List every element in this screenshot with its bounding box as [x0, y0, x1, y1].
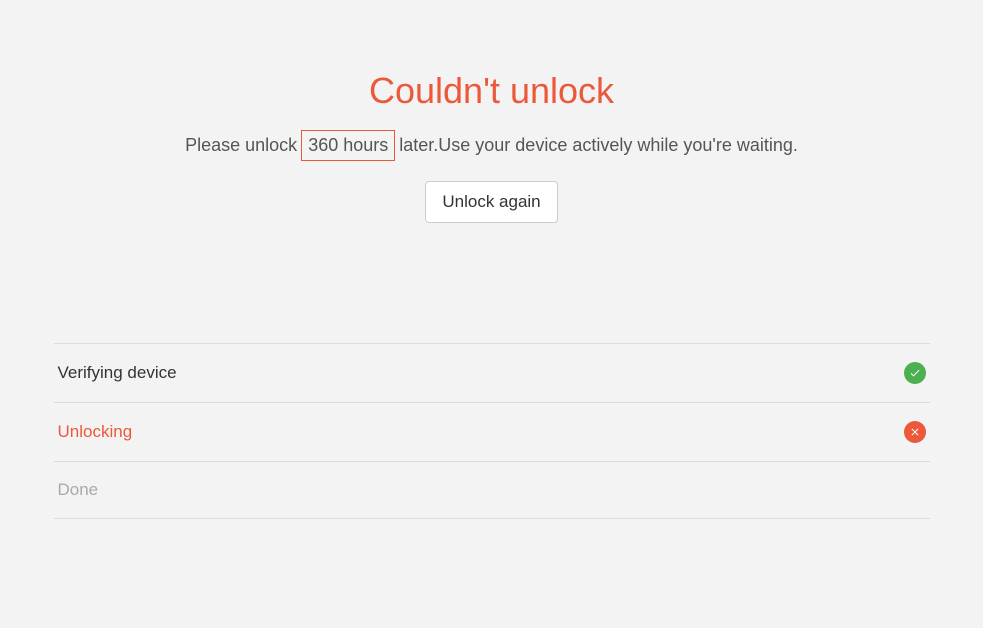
wait-time-highlight: 360 hours [301, 130, 395, 161]
step-verifying-device: Verifying device [54, 343, 930, 402]
subtitle-message: Please unlock 360 hours later.Use your d… [185, 130, 798, 161]
step-done: Done [54, 461, 930, 519]
step-label: Done [58, 480, 99, 500]
subtitle-suffix: later.Use your device actively while you… [399, 135, 798, 156]
step-label: Verifying device [58, 363, 177, 383]
step-label: Unlocking [58, 422, 133, 442]
page-title: Couldn't unlock [369, 70, 614, 112]
close-icon [904, 421, 926, 443]
step-unlocking: Unlocking [54, 402, 930, 461]
progress-steps: Verifying device Unlocking Done [54, 343, 930, 519]
unlock-again-button[interactable]: Unlock again [425, 181, 557, 223]
subtitle-prefix: Please unlock [185, 135, 297, 156]
check-icon [904, 362, 926, 384]
